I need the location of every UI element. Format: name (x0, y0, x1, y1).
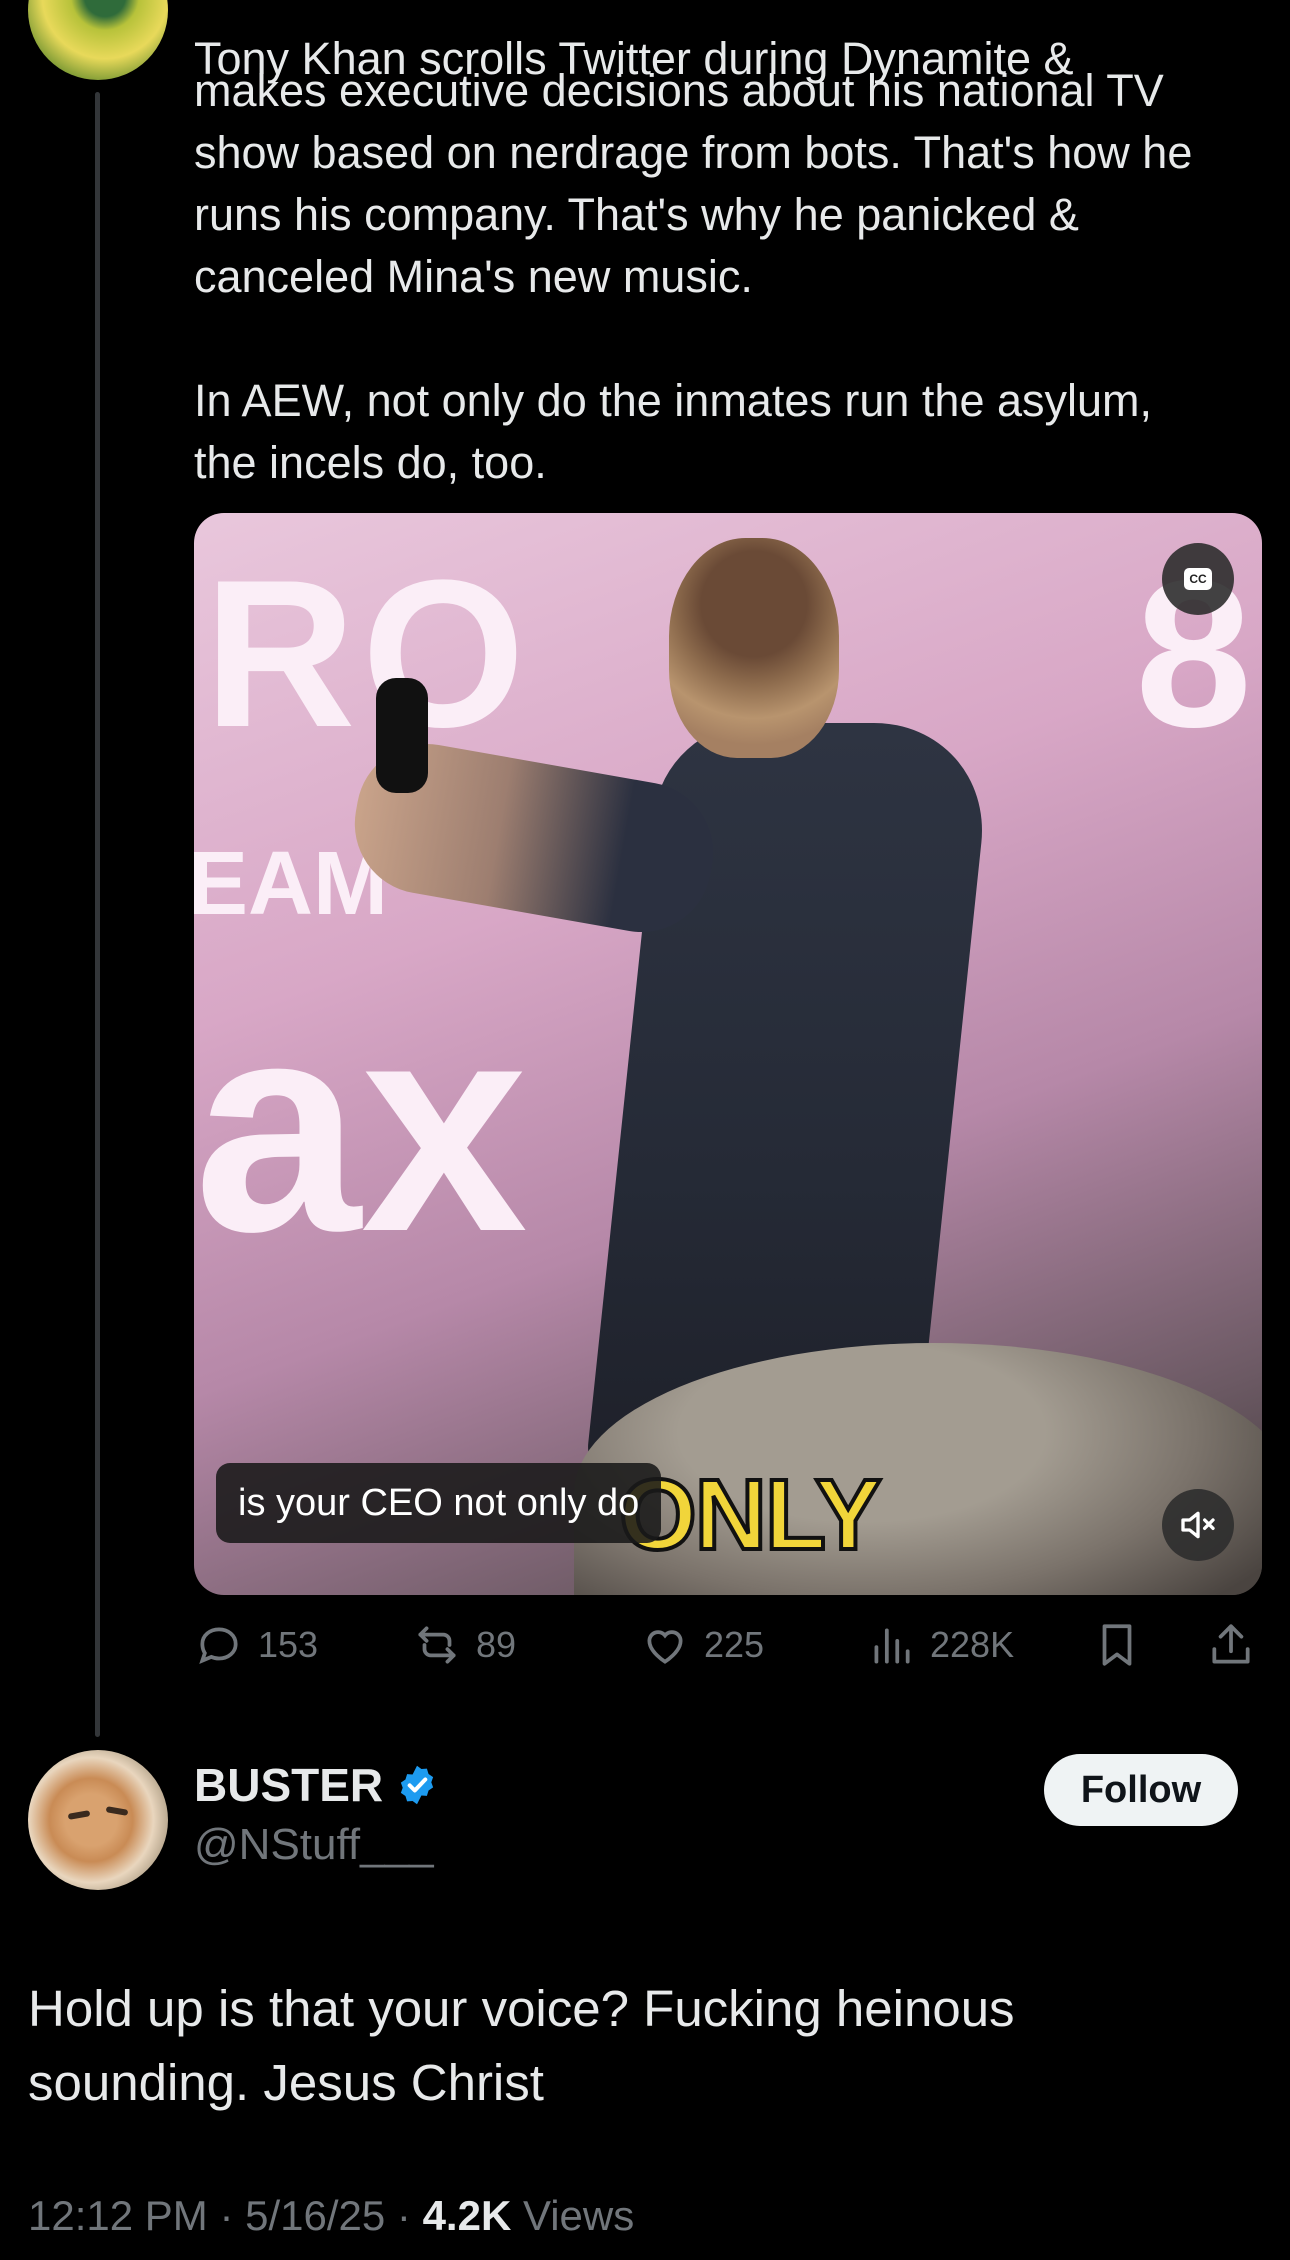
tweet-thread: Tony Khan scrolls Twitter during Dynamit… (0, 0, 1290, 2260)
meta-separator: · (396, 2192, 423, 2239)
reply-button[interactable]: 153 (194, 1615, 318, 1675)
tweet-metadata: 12:12 PM · 5/16/25 · 4.2K Views (28, 2192, 634, 2240)
reply-count: 153 (258, 1624, 319, 1665)
tweet-view-count: 4.2K (422, 2192, 512, 2239)
repost-icon (418, 1626, 456, 1664)
follow-button[interactable]: Follow (1044, 1754, 1238, 1826)
avatar[interactable] (28, 0, 168, 80)
avatar-cat-eye (105, 1806, 129, 1816)
parent-tweet-text: makes executive decisions about his nati… (194, 65, 1193, 488)
reply-icon (199, 1627, 238, 1664)
avatar-cat-eye (67, 1810, 91, 1820)
verified-badge-icon (400, 1765, 434, 1805)
views-chart-icon (874, 1628, 910, 1664)
repost-count: 89 (476, 1624, 517, 1665)
display-name[interactable]: BUSTER (194, 1758, 439, 1812)
thread-connector-line (95, 92, 100, 1737)
like-count: 225 (704, 1624, 765, 1665)
avatar[interactable] (28, 1750, 168, 1890)
bookmark-icon (1102, 1624, 1132, 1666)
closed-captions-icon: CC (1184, 568, 1212, 590)
video-background-text: RO (204, 536, 531, 771)
video-caption: is your CEO not only do (216, 1463, 662, 1543)
heart-icon (647, 1630, 683, 1664)
video-microphone (376, 678, 428, 793)
video-person-head (669, 538, 839, 758)
like-button[interactable]: 225 (640, 1615, 764, 1675)
video-player[interactable]: RO 8 EAM ax CC ONLY is your CEO not only… (194, 513, 1262, 1595)
repost-button[interactable]: 89 (412, 1615, 516, 1675)
reply-tweet-text: Hold up is that your voice? Fucking hein… (28, 1980, 1015, 2111)
share-button[interactable] (1206, 1615, 1256, 1675)
display-name-text: BUSTER (194, 1759, 384, 1811)
closed-captions-button[interactable]: CC (1162, 543, 1234, 615)
user-handle[interactable]: @NStuff___ (194, 1820, 434, 1870)
views-button[interactable]: 228K (866, 1615, 1014, 1675)
bookmark-button[interactable] (1092, 1615, 1142, 1675)
tweet-date[interactable]: 5/16/25 (245, 2192, 385, 2239)
speaker-muted-icon (1181, 1511, 1215, 1539)
tweet-views-label: Views (522, 2192, 635, 2239)
share-icon (1212, 1624, 1250, 1664)
video-background-text: ax (194, 958, 528, 1294)
views-count: 228K (930, 1624, 1015, 1665)
meta-separator: · (219, 2192, 246, 2239)
mute-button[interactable] (1162, 1489, 1234, 1561)
tweet-action-bar: 153 89 225 228K (194, 1615, 1269, 1675)
tweet-time[interactable]: 12:12 PM (28, 2192, 208, 2239)
